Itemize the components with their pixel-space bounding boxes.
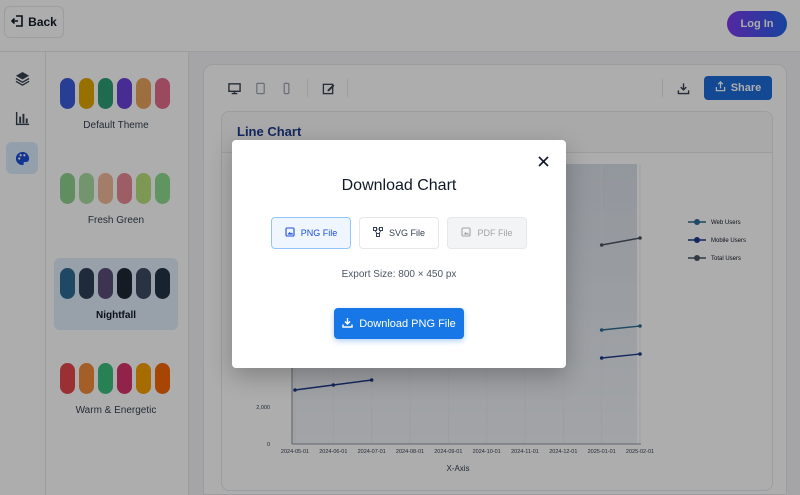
export-size-text: Export Size: 800 × 450 px xyxy=(341,269,457,280)
close-button[interactable] xyxy=(534,154,552,172)
format-label: PNG File xyxy=(300,228,338,238)
close-icon xyxy=(537,154,549,172)
format-label: PDF File xyxy=(477,228,513,238)
pdf-icon xyxy=(461,227,472,239)
format-png-button[interactable]: PNG File xyxy=(271,217,351,249)
download-chart-dialog: Download Chart PNG File SVG File PDF Fil… xyxy=(232,140,566,368)
image-icon xyxy=(285,227,295,239)
download-icon xyxy=(342,317,353,331)
download-label: Download PNG File xyxy=(359,317,456,330)
vector-icon xyxy=(372,227,383,239)
format-svg-button[interactable]: SVG File xyxy=(359,217,439,249)
format-pdf-button[interactable]: PDF File xyxy=(447,217,527,249)
dialog-title: Download Chart xyxy=(341,177,457,194)
download-png-button[interactable]: Download PNG File xyxy=(334,308,464,339)
format-label: SVG File xyxy=(388,228,425,238)
